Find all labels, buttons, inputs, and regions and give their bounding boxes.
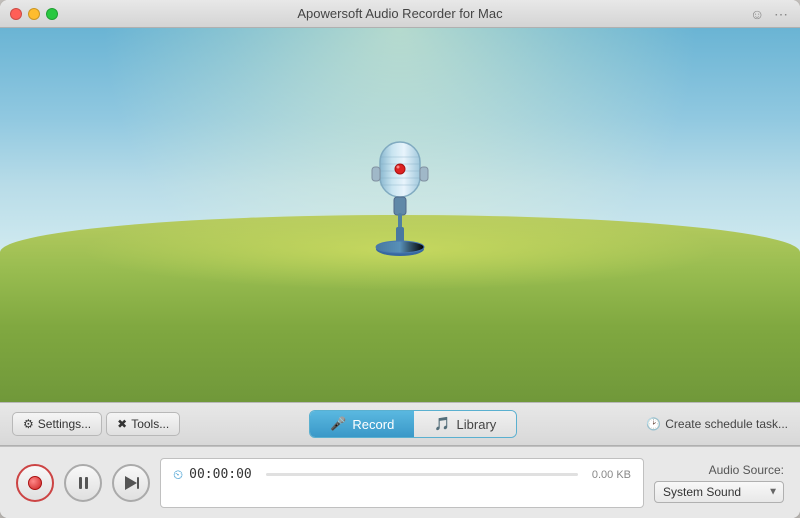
settings-icon: ⚙	[23, 417, 34, 431]
toolbar-left: ⚙ Settings... ✖ Tools...	[12, 412, 180, 436]
minimize-button[interactable]	[28, 8, 40, 20]
controls-bar: ⏲ 00:00:00 0.00 KB Audio Source: System …	[0, 446, 800, 518]
clock-schedule-icon: 🕑	[646, 417, 661, 431]
file-size-display: 0.00 KB	[592, 469, 631, 481]
pause-button[interactable]	[64, 464, 102, 502]
progress-bar	[266, 473, 578, 476]
library-tab-icon: 🎵	[434, 416, 450, 432]
tools-label: Tools...	[131, 417, 169, 431]
pause-icon	[79, 477, 88, 489]
titlebar: Apowersoft Audio Recorder for Mac ☺ ⋯	[0, 0, 800, 28]
tools-button[interactable]: ✖ Tools...	[106, 412, 180, 436]
audio-source-select[interactable]: System Sound Microphone Virtual Audio	[654, 481, 784, 503]
schedule-button[interactable]: 🕑 Create schedule task...	[646, 417, 788, 431]
window-title: Apowersoft Audio Recorder for Mac	[297, 6, 502, 21]
main-visual-area	[0, 28, 800, 402]
record-tab[interactable]: 🎤 Record	[310, 411, 414, 437]
library-tab-label: Library	[457, 417, 497, 432]
timer-icon: ⏲	[173, 467, 183, 483]
maximize-button[interactable]	[46, 8, 58, 20]
time-display: 00:00:00	[189, 467, 252, 482]
microphone-graphic	[350, 137, 450, 267]
microphone-tab-icon: 🎤	[330, 416, 346, 432]
close-button[interactable]	[10, 8, 22, 20]
settings-button[interactable]: ⚙ Settings...	[12, 412, 102, 436]
settings-label: Settings...	[38, 417, 91, 431]
microphone-icon	[350, 137, 450, 267]
toolbar-right: 🕑 Create schedule task...	[646, 417, 788, 431]
main-window: Apowersoft Audio Recorder for Mac ☺ ⋯	[0, 0, 800, 518]
tab-group: 🎤 Record 🎵 Library	[309, 410, 517, 438]
record-button[interactable]	[16, 464, 54, 502]
library-tab[interactable]: 🎵 Library	[414, 411, 516, 437]
record-dot-icon	[28, 476, 42, 490]
play-skip-icon	[123, 476, 139, 490]
audio-source-section: Audio Source: System Sound Microphone Vi…	[654, 463, 784, 503]
user-icon[interactable]: ☺	[750, 6, 766, 22]
progress-top: ⏲ 00:00:00 0.00 KB	[173, 467, 631, 483]
toolbar: ⚙ Settings... ✖ Tools... 🎤 Record 🎵 Libr…	[0, 402, 800, 446]
audio-source-label: Audio Source:	[709, 463, 784, 477]
menu-icon[interactable]: ⋯	[774, 6, 790, 22]
toolbar-center: 🎤 Record 🎵 Library	[180, 410, 646, 438]
play-skip-button[interactable]	[112, 464, 150, 502]
titlebar-right-icons: ☺ ⋯	[750, 6, 790, 22]
schedule-label: Create schedule task...	[665, 417, 788, 431]
progress-section: ⏲ 00:00:00 0.00 KB	[160, 458, 644, 508]
titlebar-buttons	[10, 8, 58, 20]
audio-source-wrapper: System Sound Microphone Virtual Audio ▼	[654, 481, 784, 503]
record-tab-label: Record	[352, 417, 394, 432]
tools-icon: ✖	[117, 417, 127, 431]
